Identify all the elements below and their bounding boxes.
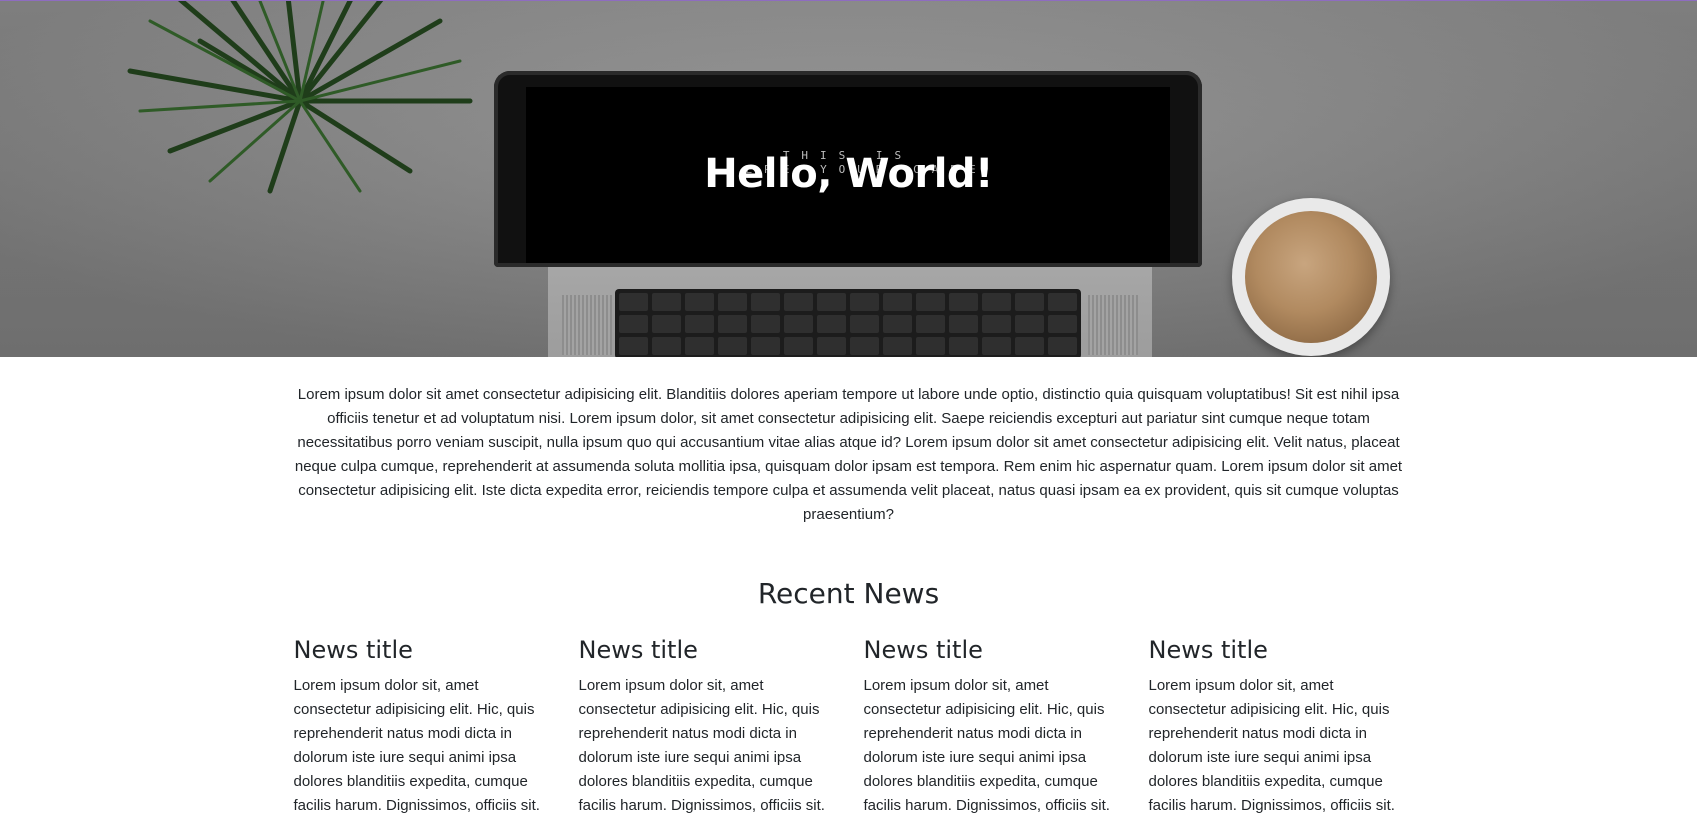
news-card-title: News title: [293, 636, 413, 664]
hero-banner: THIS IS WHERE YOUR CARE Hello, World!: [0, 1, 1697, 357]
news-card: News title Lorem ipsum dolor sit, amet c…: [294, 636, 549, 818]
page: THIS IS WHERE YOUR CARE Hello, World! Lo…: [0, 0, 1697, 830]
news-card-body: Lorem ipsum dolor sit, amet consectetur …: [863, 677, 1110, 814]
coffee-surface: [1245, 211, 1377, 343]
news-card: News title Lorem ipsum dolor sit, amet c…: [579, 636, 834, 818]
hero-title: Hello, World!: [704, 151, 993, 197]
news-card-title: News title: [1148, 636, 1268, 664]
news-grid: News title Lorem ipsum dolor sit, amet c…: [294, 636, 1404, 818]
news-card: News title Lorem ipsum dolor sit, amet c…: [864, 636, 1119, 818]
news-card-body: Lorem ipsum dolor sit, amet consectetur …: [293, 677, 540, 814]
news-card: News title Lorem ipsum dolor sit, amet c…: [1149, 636, 1404, 818]
recent-news-title: Recent News: [757, 577, 940, 610]
intro-paragraph: Lorem ipsum dolor sit amet consectetur a…: [294, 386, 1403, 523]
news-card-body: Lorem ipsum dolor sit, amet consectetur …: [578, 677, 825, 814]
news-card-title: News title: [863, 636, 983, 664]
laptop-speaker-left: [562, 295, 612, 355]
news-card-body: Lorem ipsum dolor sit, amet consectetur …: [1148, 677, 1395, 814]
laptop-keyboard: [615, 289, 1081, 357]
main-content: Lorem ipsum dolor sit amet consectetur a…: [294, 383, 1404, 818]
news-card-title: News title: [578, 636, 698, 664]
laptop-speaker-right: [1088, 295, 1138, 355]
